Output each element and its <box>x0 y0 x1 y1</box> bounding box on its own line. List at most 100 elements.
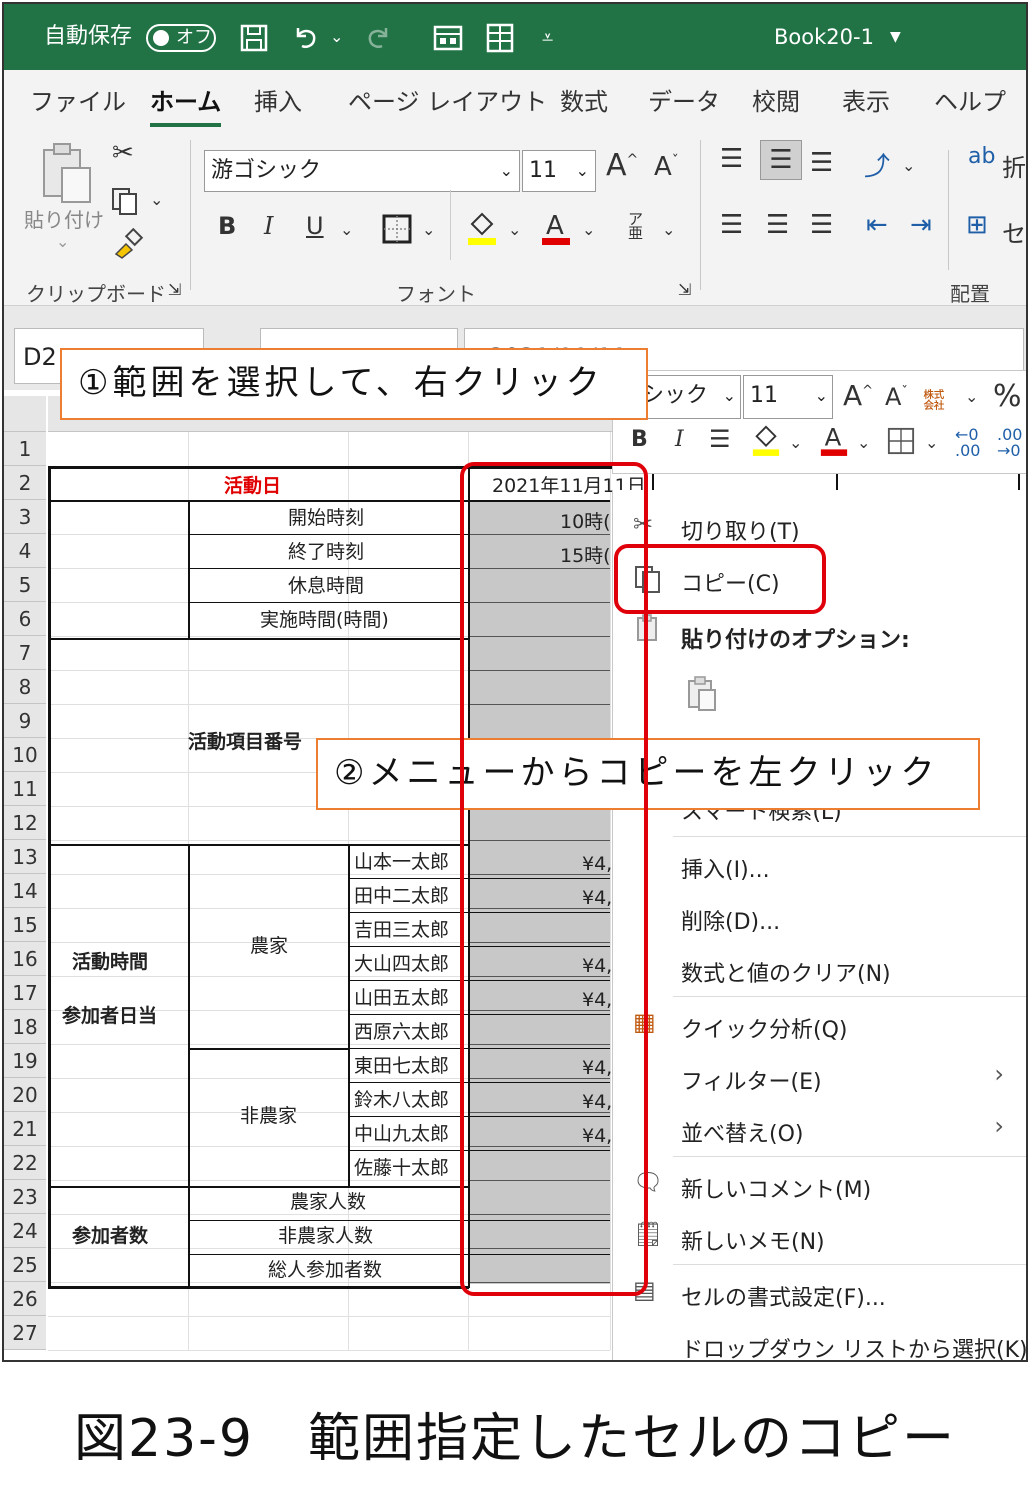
mini-size-box[interactable]: 11 ⌄ <box>743 375 833 419</box>
row-header[interactable]: 4 <box>4 534 46 568</box>
row-header[interactable]: 2 <box>4 466 46 500</box>
fill-dropdown-icon[interactable]: ⌄ <box>508 220 521 239</box>
mini-accounting-dropdown-icon[interactable]: ⌄ <box>965 387 978 406</box>
phonetic-dropdown-icon[interactable]: ⌄ <box>662 220 675 239</box>
clipboard-launcher-icon[interactable]: ⇲ <box>168 280 181 299</box>
row-header[interactable]: 16 <box>4 942 46 976</box>
wrap-text-icon[interactable]: ab <box>968 144 995 169</box>
cell-non-farmer-count[interactable]: 非農家人数 <box>278 1220 373 1252</box>
row-header[interactable]: 27 <box>4 1316 46 1350</box>
font-color-icon[interactable]: A <box>540 210 572 246</box>
row-header[interactable]: 1 <box>4 432 46 466</box>
increase-indent-icon[interactable]: ⇥ <box>910 210 932 240</box>
mini-italic-icon[interactable]: I <box>675 427 684 452</box>
menu-sort[interactable]: 並べ替え(O) <box>681 1116 803 1148</box>
row-header[interactable]: 13 <box>4 840 46 874</box>
row-header[interactable]: 12 <box>4 806 46 840</box>
menu-quick-analysis[interactable]: クイック分析(Q) <box>681 1012 847 1044</box>
cell-start-time[interactable]: 開始時刻 <box>288 502 364 534</box>
font-launcher-icon[interactable]: ⇲ <box>678 280 691 299</box>
menu-insert[interactable]: 挿入(I)... <box>681 852 770 884</box>
cell-participant-name[interactable]: 中山九太郎 <box>354 1118 449 1150</box>
select-all-corner[interactable] <box>4 396 46 432</box>
borders-dropdown-icon[interactable]: ⌄ <box>422 220 435 239</box>
grow-font-icon[interactable]: A^ <box>606 148 638 183</box>
mini-size-dropdown-icon[interactable]: ⌄ <box>815 376 828 416</box>
menu-clear-contents[interactable]: 数式と値のクリア(N) <box>681 956 891 988</box>
tab-formulas[interactable]: 数式 <box>560 82 608 117</box>
row-header[interactable]: 11 <box>4 772 46 806</box>
menu-pick-from-dropdown[interactable]: ドロップダウン リストから選択(K)... <box>681 1332 1026 1360</box>
cell-participant-name[interactable]: 田中二太郎 <box>354 880 449 912</box>
tab-insert[interactable]: 挿入 <box>254 82 302 117</box>
align-bottom-icon[interactable]: ☰ <box>810 148 833 178</box>
align-center-icon[interactable]: ☰ <box>766 210 789 240</box>
mini-decrease-decimal-icon[interactable]: .00 →0 <box>997 427 1022 459</box>
row-header[interactable]: 25 <box>4 1248 46 1282</box>
tab-data[interactable]: データ <box>648 82 720 117</box>
cell-total-count[interactable]: 総人参加者数 <box>268 1254 382 1286</box>
tab-file[interactable]: ファイル <box>30 82 126 117</box>
mini-borders-dropdown-icon[interactable]: ⌄ <box>925 433 938 452</box>
tab-home[interactable]: ホーム <box>150 82 222 127</box>
menu-delete[interactable]: 削除(D)... <box>681 904 780 936</box>
row-header[interactable]: 7 <box>4 636 46 670</box>
cell-participants[interactable]: 参加者数 <box>72 1220 148 1252</box>
mini-borders-icon[interactable] <box>887 427 915 455</box>
table-view-icon[interactable] <box>484 22 516 54</box>
row-header[interactable]: 22 <box>4 1146 46 1180</box>
menu-new-note[interactable]: 新しいメモ(N) <box>681 1224 825 1256</box>
copy-icon[interactable] <box>110 186 140 216</box>
paste-option-icon[interactable] <box>685 676 719 712</box>
wrap-text-label[interactable]: 折 <box>1002 148 1026 183</box>
cell-break-time[interactable]: 休息時間 <box>288 570 364 602</box>
size-dropdown-icon[interactable]: ⌄ <box>576 151 589 191</box>
mini-accounting-format-icon[interactable]: ㍿ <box>923 383 945 415</box>
row-header[interactable]: 23 <box>4 1180 46 1214</box>
menu-new-comment[interactable]: 新しいコメント(M) <box>681 1172 871 1204</box>
mini-fill-dropdown-icon[interactable]: ⌄ <box>789 433 802 452</box>
tab-page-layout[interactable]: ページ レイアウト <box>348 82 547 117</box>
shrink-font-icon[interactable]: Aˇ <box>654 152 679 182</box>
borders-icon[interactable] <box>382 214 412 244</box>
cell-work-hours[interactable]: 実施時間(時間) <box>260 604 389 636</box>
cell-activity-time[interactable]: 活動時間 <box>72 946 148 978</box>
orientation-icon[interactable]: ⤴ <box>864 146 890 183</box>
align-right-icon[interactable]: ☰ <box>810 210 833 240</box>
tab-review[interactable]: 校閲 <box>752 82 800 117</box>
undo-icon[interactable] <box>290 22 322 54</box>
cell-participant-name[interactable]: 吉田三太郎 <box>354 914 449 946</box>
cell-activity-day[interactable]: 活動日 <box>224 470 281 502</box>
row-header[interactable]: 14 <box>4 874 46 908</box>
font-size-box[interactable]: 11 ⌄ <box>522 150 596 192</box>
italic-icon[interactable]: I <box>264 212 273 240</box>
cell-participant-name[interactable]: 佐藤十太郎 <box>354 1152 449 1184</box>
mini-bold-icon[interactable]: B <box>631 427 648 452</box>
align-middle-icon[interactable]: ☰ <box>760 140 802 180</box>
row-header[interactable]: 10 <box>4 738 46 772</box>
cell-farmer-count[interactable]: 農家人数 <box>290 1186 366 1218</box>
paste-label[interactable]: 貼り付け <box>24 204 104 233</box>
row-header[interactable]: 8 <box>4 670 46 704</box>
save-icon[interactable] <box>238 22 270 54</box>
format-painter-icon[interactable] <box>112 228 144 260</box>
font-color-dropdown-icon[interactable]: ⌄ <box>582 220 595 239</box>
tab-view[interactable]: 表示 <box>842 82 890 117</box>
cell-item-number[interactable]: 活動項目番号 <box>188 726 302 758</box>
redo-icon[interactable] <box>362 22 394 54</box>
mini-align-center-icon[interactable]: ☰ <box>709 425 731 453</box>
cell-participant-name[interactable]: 鈴木八太郎 <box>354 1084 449 1116</box>
mini-font-color-icon[interactable]: A <box>819 423 849 457</box>
paste-icon[interactable] <box>38 142 94 206</box>
cell-participant-name[interactable]: 西原六太郎 <box>354 1016 449 1048</box>
mini-shrink-font-icon[interactable]: Aˇ <box>885 383 908 411</box>
cell-non-farmer[interactable]: 非農家 <box>240 1100 297 1132</box>
row-header[interactable]: 17 <box>4 976 46 1010</box>
paste-dropdown-icon[interactable]: ⌄ <box>56 232 69 251</box>
orientation-dropdown-icon[interactable]: ⌄ <box>902 156 915 175</box>
align-top-icon[interactable]: ☰ <box>720 144 743 174</box>
row-header[interactable]: 9 <box>4 704 46 738</box>
mini-grow-font-icon[interactable]: A^ <box>843 379 873 412</box>
scissors-icon[interactable]: ✂ <box>112 138 134 168</box>
form-icon[interactable] <box>432 22 464 54</box>
